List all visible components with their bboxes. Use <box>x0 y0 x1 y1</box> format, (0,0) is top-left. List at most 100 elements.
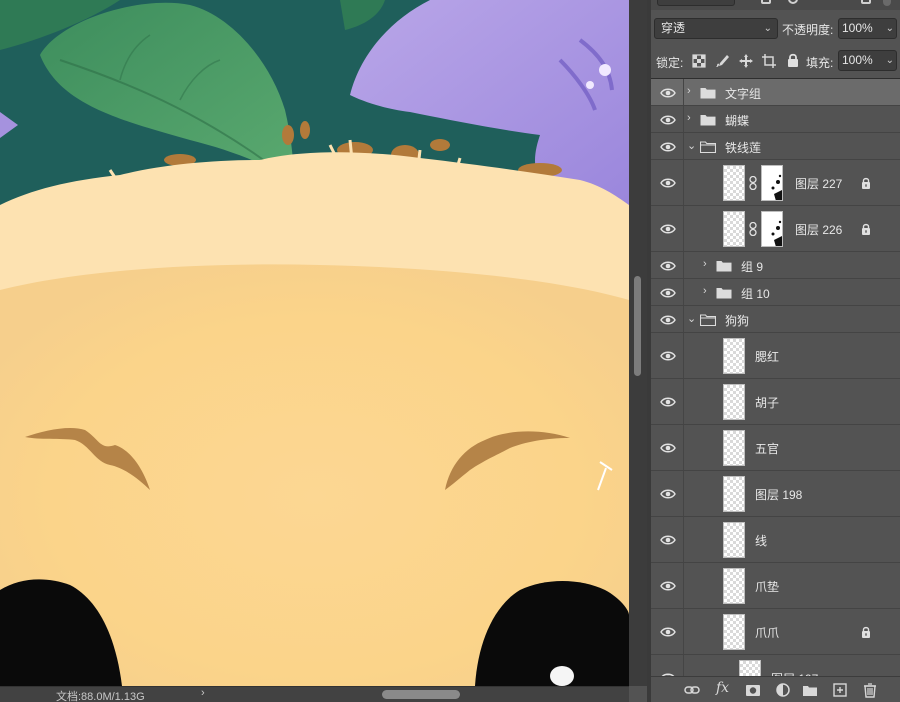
layer-name[interactable]: 爪垫 <box>755 578 779 595</box>
link-layers-icon[interactable] <box>684 682 700 698</box>
add-mask-icon[interactable] <box>745 682 761 698</box>
chevron-down-icon[interactable]: ⌄ <box>886 51 894 70</box>
new-group-icon[interactable] <box>802 682 818 698</box>
row-separator <box>683 471 684 516</box>
filter-adjustment-icon[interactable] <box>788 0 798 4</box>
layer-row[interactable]: › 蝴蝶 <box>651 106 900 133</box>
eye-icon[interactable] <box>660 314 676 326</box>
eye-icon[interactable] <box>660 350 676 362</box>
layer-thumbnail[interactable] <box>723 165 745 201</box>
layer-thumbnail[interactable] <box>723 522 745 558</box>
layer-row[interactable]: 图层 226 <box>651 206 900 252</box>
eye-icon[interactable] <box>660 223 676 235</box>
chain-icon[interactable] <box>749 221 757 237</box>
layer-name[interactable]: 五官 <box>755 440 779 457</box>
layer-thumbnail[interactable] <box>723 338 745 374</box>
folder-icon <box>716 260 732 272</box>
layer-row[interactable]: 线 <box>651 517 900 563</box>
chain-icon[interactable] <box>749 175 757 191</box>
layer-row[interactable]: 图层 198 <box>651 471 900 517</box>
layer-row[interactable]: 爪垫 <box>651 563 900 609</box>
eye-icon[interactable] <box>660 534 676 546</box>
layer-row[interactable]: ⌄ 铁线莲 <box>651 133 900 160</box>
layer-row[interactable]: 五官 <box>651 425 900 471</box>
fill-value: 100% <box>842 53 873 67</box>
layer-row[interactable]: 爪爪 <box>651 609 900 655</box>
layer-effects-fx-button[interactable]: fx <box>716 680 729 696</box>
layer-name[interactable]: 线 <box>755 532 767 549</box>
eye-icon[interactable] <box>660 626 676 638</box>
blend-mode-select[interactable]: 穿透 ⌄ <box>654 18 778 39</box>
row-separator <box>683 206 684 251</box>
collapse-chevron-icon[interactable]: ⌄ <box>687 312 696 325</box>
lock-artboard-crop-icon[interactable] <box>761 53 777 69</box>
layer-thumbnail[interactable] <box>723 476 745 512</box>
eye-icon[interactable] <box>660 141 676 153</box>
layer-row[interactable]: 图层 197 <box>651 655 900 676</box>
eye-icon[interactable] <box>660 442 676 454</box>
vertical-scrollbar[interactable] <box>629 0 647 686</box>
layer-name[interactable]: 狗狗 <box>725 312 749 329</box>
lock-position-move-icon[interactable] <box>738 53 754 69</box>
layer-row[interactable]: › 文字组 <box>651 79 900 106</box>
vertical-scrollbar-thumb[interactable] <box>634 276 641 376</box>
expand-chevron-icon[interactable]: › <box>703 285 707 297</box>
layer-name[interactable]: 铁线莲 <box>725 139 761 156</box>
opacity-field[interactable]: 100% ⌄ <box>838 18 897 39</box>
layer-row[interactable]: › 组 10 <box>651 279 900 306</box>
blend-mode-value: 穿透 <box>661 21 686 35</box>
layer-row[interactable]: ⌄ 狗狗 <box>651 306 900 333</box>
filter-toggle-icon[interactable] <box>883 0 891 6</box>
lock-pixels-brush-icon[interactable] <box>714 53 730 69</box>
layer-name[interactable]: 文字组 <box>725 85 761 102</box>
layer-name[interactable]: 图层 227 <box>795 175 842 192</box>
eye-icon[interactable] <box>660 87 676 99</box>
trash-icon[interactable] <box>862 682 878 698</box>
layer-name[interactable]: 图层 226 <box>795 221 842 238</box>
document-canvas[interactable] <box>0 0 629 686</box>
expand-chevron-icon[interactable]: › <box>703 258 707 270</box>
filter-smart-icon[interactable] <box>861 0 871 4</box>
layer-row[interactable]: 图层 227 <box>651 160 900 206</box>
layer-thumbnail[interactable] <box>723 430 745 466</box>
layer-thumbnail[interactable] <box>723 614 745 650</box>
filter-image-icon[interactable] <box>761 0 771 4</box>
status-bar: 文档:88.0M/1.13G › <box>0 686 629 702</box>
layer-thumbnail[interactable] <box>723 568 745 604</box>
lock-transparent-icon[interactable] <box>691 53 707 69</box>
fill-field[interactable]: 100% ⌄ <box>838 50 897 71</box>
eye-icon[interactable] <box>660 114 676 126</box>
layer-thumbnail[interactable] <box>723 211 745 247</box>
adjustment-layer-icon[interactable] <box>775 682 791 698</box>
layer-list[interactable]: › 文字组 › 蝴蝶 ⌄ 铁线莲图层 227 图层 226 › 组 9 › 组 10 ⌄ 狗狗腮红胡子五… <box>651 78 900 676</box>
layer-name[interactable]: 组 9 <box>741 258 763 275</box>
layer-mask-thumbnail[interactable] <box>761 211 783 247</box>
horizontal-scrollbar-thumb[interactable] <box>382 690 460 699</box>
chevron-down-icon[interactable]: ⌄ <box>886 19 894 38</box>
eye-icon[interactable] <box>660 488 676 500</box>
status-menu-arrow[interactable]: › <box>201 687 205 699</box>
new-layer-icon[interactable] <box>832 682 848 698</box>
layer-name[interactable]: 爪爪 <box>755 624 779 641</box>
expand-chevron-icon[interactable]: › <box>687 112 691 124</box>
eye-icon[interactable] <box>660 396 676 408</box>
layer-thumbnail[interactable] <box>723 384 745 420</box>
layer-name[interactable]: 胡子 <box>755 394 779 411</box>
layer-name[interactable]: 组 10 <box>741 285 770 302</box>
filter-kind-select[interactable] <box>657 0 735 6</box>
lock-all-icon[interactable] <box>785 52 801 68</box>
layer-name[interactable]: 蝴蝶 <box>725 112 749 129</box>
layer-mask-thumbnail[interactable] <box>761 165 783 201</box>
layer-row[interactable]: 胡子 <box>651 379 900 425</box>
layer-row[interactable]: › 组 9 <box>651 252 900 279</box>
layer-name[interactable]: 图层 198 <box>755 486 802 503</box>
collapse-chevron-icon[interactable]: ⌄ <box>687 139 696 152</box>
eye-icon[interactable] <box>660 177 676 189</box>
eye-icon[interactable] <box>660 580 676 592</box>
expand-chevron-icon[interactable]: › <box>687 85 691 97</box>
eye-icon[interactable] <box>660 287 676 299</box>
layer-thumbnail[interactable] <box>739 660 761 676</box>
eye-icon[interactable] <box>660 260 676 272</box>
layer-row[interactable]: 腮红 <box>651 333 900 379</box>
layer-name[interactable]: 腮红 <box>755 348 779 365</box>
